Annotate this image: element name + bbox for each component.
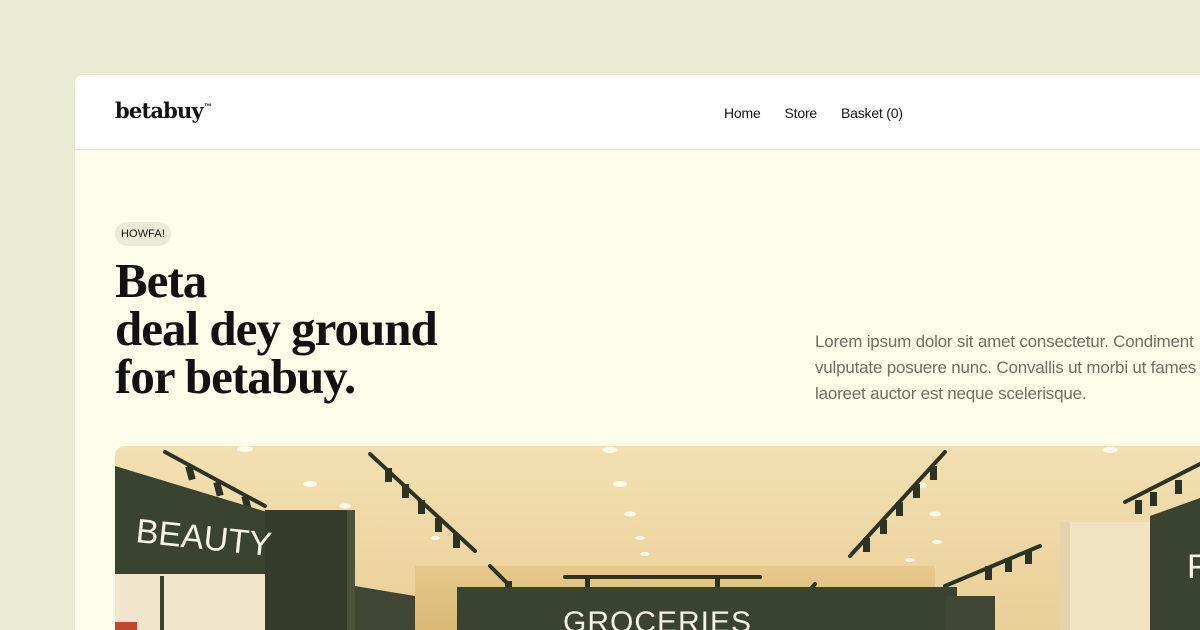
right-sign: F [1187, 548, 1200, 586]
hero-store-image: BEAUTY GROCERIES F [115, 446, 1200, 630]
browser-frame: betabuy™ Home Store Basket (0) HOWFA! Be… [75, 75, 1200, 630]
headline-line-3: for betabuy. [115, 349, 356, 404]
top-navbar: betabuy™ Home Store Basket (0) [75, 75, 1200, 150]
intro-line-3: laoreet auctor est neque scelerisque. [815, 384, 1087, 403]
intro-line-1: Lorem ipsum dolor sit amet consectetur. … [815, 332, 1194, 351]
nav-link-store[interactable]: Store [785, 105, 818, 121]
main-nav: Home Store Basket (0) [724, 105, 903, 121]
trademark-symbol: ™ [203, 102, 212, 111]
brand-logo[interactable]: betabuy™ [115, 98, 212, 123]
intro-line-2: vulputate posuere nunc. Convallis ut mor… [815, 358, 1197, 377]
brand-name: betabuy [115, 98, 204, 123]
hero-intro-text: Lorem ipsum dolor sit amet consectetur. … [815, 329, 1200, 407]
headline-line-2: deal dey ground [115, 301, 438, 356]
nav-link-home[interactable]: Home [724, 105, 761, 121]
headline-line-1: Beta [115, 253, 207, 308]
nav-link-basket[interactable]: Basket (0) [841, 105, 903, 121]
hero-headline: Beta deal dey ground for betabuy. [115, 253, 635, 404]
groceries-sign: GROCERIES [563, 606, 752, 630]
store-interior-illustration: BEAUTY GROCERIES F [115, 446, 1200, 630]
hero-badge: HOWFA! [115, 222, 171, 246]
right-column [1060, 522, 1150, 630]
